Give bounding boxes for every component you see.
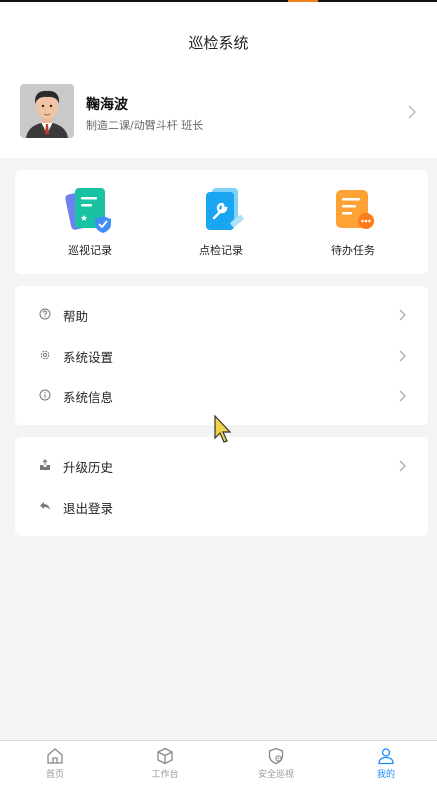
header: 巡检系统 鞠海波 制造二课/动臂斗杆 班长 <box>0 2 437 158</box>
user-name: 鞠海波 <box>86 97 128 113</box>
quick-action-patrol-record[interactable]: 巡视记录 <box>30 186 150 262</box>
menu-item-system-info[interactable]: 系统信息 <box>15 377 428 417</box>
tab-workbench[interactable]: 工作台 <box>125 747 205 780</box>
tab-home[interactable]: 首页 <box>15 747 95 780</box>
tab-label: 工作台 <box>151 770 179 780</box>
page-title: 巡检系统 <box>188 34 249 52</box>
menu-item-system-settings[interactable]: 系统设置 <box>15 337 428 377</box>
quick-action-todo-task[interactable]: 待办任务 <box>293 186 413 262</box>
quick-action-label: 待办任务 <box>331 244 375 257</box>
tab-mine[interactable]: 我的 <box>346 747 426 780</box>
todo-task-icon <box>336 190 374 229</box>
menu-item-logout[interactable]: 退出登录 <box>15 488 428 528</box>
user-department: 制造二课/动臂斗杆 班长 <box>86 119 204 132</box>
menu-item-upgrade-history[interactable]: 升级历史 <box>15 447 428 487</box>
quick-action-label: 巡视记录 <box>68 244 112 257</box>
spot-check-record-icon <box>206 188 244 230</box>
tab-label: 首页 <box>45 770 64 780</box>
menu-item-label: 帮助 <box>63 309 89 324</box>
quick-action-spot-check-record[interactable]: 点检记录 <box>161 186 281 262</box>
workbench-icon <box>157 747 173 765</box>
shield-icon <box>268 747 284 765</box>
gear-icon <box>40 350 50 360</box>
bottom-tab-bar: 首页 工作台 安全巡视 我的 <box>0 740 437 786</box>
home-icon <box>47 748 63 764</box>
upgrade-history-icon <box>40 459 50 470</box>
tab-label: 安全巡视 <box>257 770 294 780</box>
user-icon <box>378 748 394 765</box>
avatar <box>20 84 74 138</box>
chevron-right-icon <box>408 105 417 119</box>
menu-item-label: 系统信息 <box>63 390 114 405</box>
account-menu-card: 升级历史 退出登录 <box>15 437 428 536</box>
logout-icon <box>40 502 50 510</box>
help-icon <box>39 308 51 320</box>
chevron-right-icon <box>399 460 406 472</box>
quick-action-label: 点检记录 <box>199 244 243 257</box>
info-icon <box>39 389 51 401</box>
chevron-right-icon <box>399 350 406 362</box>
profile-card[interactable]: 鞠海波 制造二课/动臂斗杆 班长 <box>0 80 437 146</box>
settings-menu-card: 帮助 系统设置 系统信息 <box>15 286 428 425</box>
chevron-right-icon <box>399 390 406 402</box>
mouse-cursor-icon <box>214 414 232 443</box>
chevron-right-icon <box>399 309 406 321</box>
menu-item-label: 升级历史 <box>63 460 114 475</box>
menu-item-help[interactable]: 帮助 <box>15 296 428 336</box>
tab-safety-patrol[interactable]: 安全巡视 <box>236 747 316 780</box>
tab-label: 我的 <box>376 770 395 780</box>
menu-item-label: 退出登录 <box>63 501 114 516</box>
menu-item-label: 系统设置 <box>63 350 114 365</box>
quick-actions-card: 巡视记录 点检记录 待办任务 <box>15 170 428 274</box>
patrol-record-icon <box>65 188 111 233</box>
